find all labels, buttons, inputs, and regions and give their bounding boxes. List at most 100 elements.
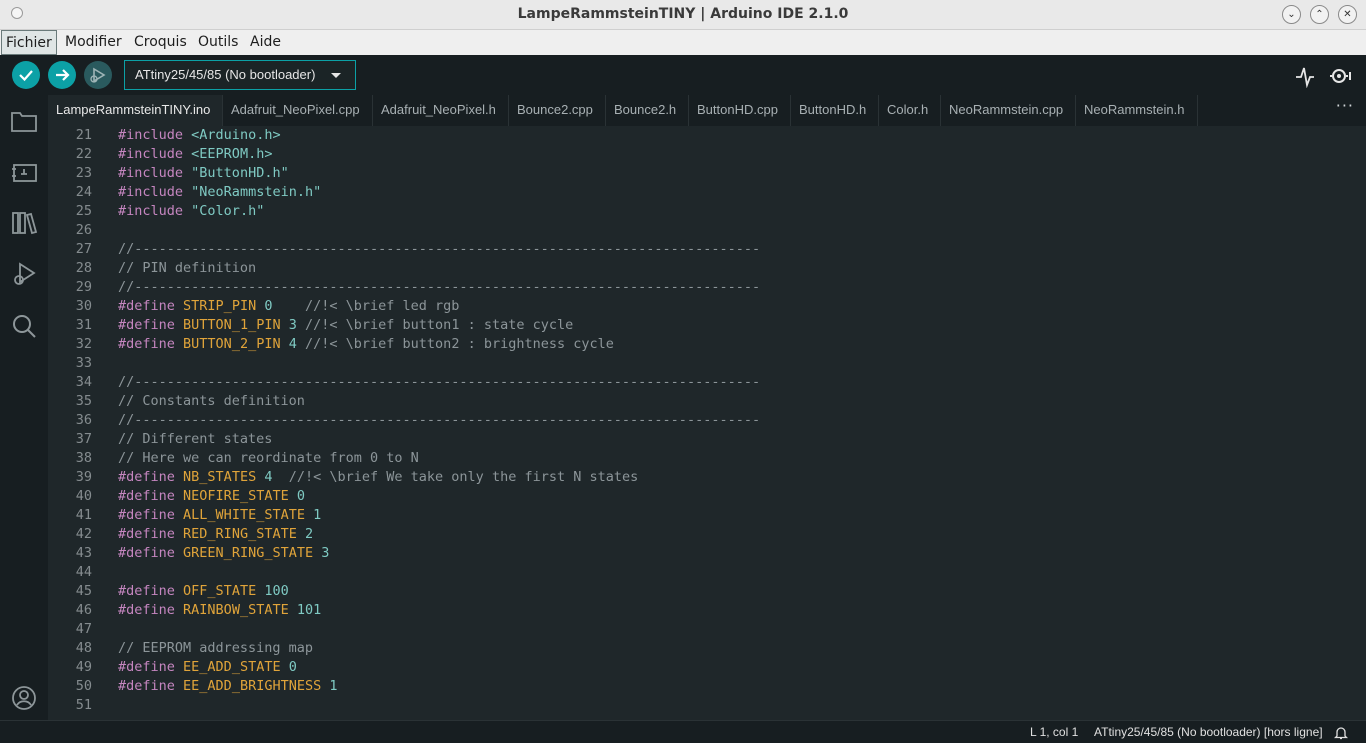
- code-token: ALL_WHITE_STATE: [183, 507, 305, 523]
- code-line[interactable]: 33: [48, 354, 1366, 373]
- line-number: 27: [75, 241, 92, 257]
- code-line[interactable]: 29 //------------------------------------…: [48, 278, 1366, 297]
- maximize-icon[interactable]: ⌃: [1310, 5, 1329, 24]
- line-number: 49: [75, 659, 92, 675]
- code-line[interactable]: 34 //------------------------------------…: [48, 373, 1366, 392]
- code-line[interactable]: 40 #define NEOFIRE_STATE 0: [48, 487, 1366, 506]
- search-icon: [13, 315, 36, 338]
- code-token: #include: [118, 203, 184, 219]
- verify-button[interactable]: [12, 61, 40, 89]
- line-code: #define ALL_WHITE_STATE 1: [118, 506, 321, 525]
- upload-button[interactable]: [48, 61, 76, 89]
- code-token: STRIP_PIN: [183, 298, 257, 314]
- code-line[interactable]: 47: [48, 620, 1366, 639]
- code-line[interactable]: 39 #define NB_STATES 4 //!< \brief We tak…: [48, 468, 1366, 487]
- code-line[interactable]: 36 //------------------------------------…: [48, 411, 1366, 430]
- library-icon: [12, 212, 38, 235]
- tab-neorammstein-cpp[interactable]: NeoRammstein.cpp: [941, 95, 1076, 126]
- menu-aide[interactable]: Aide: [246, 30, 285, 55]
- code-line[interactable]: 22 #include <EEPROM.h>: [48, 145, 1366, 164]
- search-button[interactable]: [10, 312, 38, 340]
- line-code: //--------------------------------------…: [118, 373, 760, 392]
- code-line[interactable]: 21 #include <Arduino.h>: [48, 126, 1366, 145]
- code-line[interactable]: 51: [48, 696, 1366, 715]
- account-button[interactable]: [10, 684, 38, 712]
- tab-neorammstein-h[interactable]: NeoRammstein.h: [1076, 95, 1198, 126]
- code-line[interactable]: 43 #define GREEN_RING_STATE 3: [48, 544, 1366, 563]
- more-tabs-icon[interactable]: ···: [1336, 96, 1354, 115]
- window-title: LampeRammsteinTINY | Arduino IDE 2.1.0: [517, 6, 849, 22]
- code-line[interactable]: 48 // EEPROM addressing map: [48, 639, 1366, 658]
- code-line[interactable]: 28 // PIN definition: [48, 259, 1366, 278]
- tab-bounce2-cpp[interactable]: Bounce2.cpp: [509, 95, 606, 126]
- code-line[interactable]: 31 #define BUTTON_1_PIN 3 //!< \brief but…: [48, 316, 1366, 335]
- code-line[interactable]: 24 #include "NeoRammstein.h": [48, 183, 1366, 202]
- chevron-down-icon: [331, 73, 341, 78]
- code-line[interactable]: 49 #define EE_ADD_STATE 0: [48, 658, 1366, 677]
- code-token: "NeoRammstein.h": [191, 184, 322, 200]
- debug-button[interactable]: [84, 61, 112, 89]
- code-token: 1: [329, 678, 338, 694]
- code-line[interactable]: 32 #define BUTTON_2_PIN 4 //!< \brief but…: [48, 335, 1366, 354]
- tab-color-h[interactable]: Color.h: [879, 95, 941, 126]
- code-line[interactable]: 46 #define RAINBOW_STATE 101: [48, 601, 1366, 620]
- menu-outils[interactable]: Outils: [194, 30, 242, 55]
- menu-fichier[interactable]: Fichier: [1, 30, 57, 55]
- sketchbook-button[interactable]: [10, 107, 38, 135]
- folder-icon: [11, 112, 37, 132]
- tab-lamperammsteintiny-ino[interactable]: LampeRammsteinTINY.ino: [48, 95, 223, 126]
- code-line[interactable]: 27 //------------------------------------…: [48, 240, 1366, 259]
- code-line[interactable]: 37 // Different states: [48, 430, 1366, 449]
- tab-buttonhd-cpp[interactable]: ButtonHD.cpp: [689, 95, 791, 126]
- tab-adafruit-neopixel-cpp[interactable]: Adafruit_NeoPixel.cpp: [223, 95, 373, 126]
- line-number: 31: [75, 317, 92, 333]
- code-line[interactable]: 45 #define OFF_STATE 100: [48, 582, 1366, 601]
- tab-adafruit-neopixel-h[interactable]: Adafruit_NeoPixel.h: [373, 95, 509, 126]
- line-code: //--------------------------------------…: [118, 411, 760, 430]
- code-line[interactable]: 38 // Here we can reordinate from 0 to N: [48, 449, 1366, 468]
- code-line[interactable]: 26: [48, 221, 1366, 240]
- serial-plotter-button[interactable]: [1293, 64, 1317, 88]
- minimize-icon[interactable]: ⌄: [1282, 5, 1301, 24]
- code-token: //!< \brief led rgb: [305, 298, 460, 314]
- board-selector[interactable]: ATtiny25/45/85 (No bootloader): [124, 60, 356, 90]
- code-line[interactable]: 23 #include "ButtonHD.h": [48, 164, 1366, 183]
- code-token: #define: [118, 336, 175, 352]
- code-line[interactable]: 44: [48, 563, 1366, 582]
- tab-buttonhd-h[interactable]: ButtonHD.h: [791, 95, 879, 126]
- tab-bounce2-h[interactable]: Bounce2.h: [606, 95, 689, 126]
- library-manager-button[interactable]: [10, 209, 38, 237]
- code-line[interactable]: 42 #define RED_RING_STATE 2: [48, 525, 1366, 544]
- code-editor[interactable]: 21 #include <Arduino.h> 22 #include <EEPROM…: [48, 126, 1366, 720]
- line-number: 28: [75, 260, 92, 276]
- code-token: GREEN_RING_STATE: [183, 545, 314, 561]
- line-code: #define NB_STATES 4 //!< \brief We take …: [118, 468, 638, 487]
- cursor-position[interactable]: L 1, col 1: [1030, 725, 1078, 739]
- menu-modifier[interactable]: Modifier: [61, 30, 126, 55]
- board-status[interactable]: ATtiny25/45/85 (No bootloader) [hors lig…: [1094, 725, 1323, 739]
- line-number: 25: [75, 203, 92, 219]
- debugger-button[interactable]: [10, 260, 38, 288]
- menu-croquis[interactable]: Croquis: [130, 30, 191, 55]
- close-icon[interactable]: ✕: [1338, 5, 1357, 24]
- line-number: 48: [75, 640, 92, 656]
- code-token: // Constants definition: [118, 393, 305, 409]
- code-line[interactable]: 25 #include "Color.h": [48, 202, 1366, 221]
- bell-icon[interactable]: [1334, 725, 1348, 740]
- code-token: //!< \brief button1 : state cycle: [305, 317, 574, 333]
- boards-manager-button[interactable]: [10, 158, 38, 186]
- serial-monitor-button[interactable]: [1328, 64, 1352, 88]
- code-line[interactable]: 30 #define STRIP_PIN 0 //!< \brief led rg…: [48, 297, 1366, 316]
- code-token: #define: [118, 678, 175, 694]
- code-line[interactable]: 50 #define EE_ADD_BRIGHTNESS 1: [48, 677, 1366, 696]
- code-line[interactable]: 41 #define ALL_WHITE_STATE 1: [48, 506, 1366, 525]
- code-line[interactable]: 35 // Constants definition: [48, 392, 1366, 411]
